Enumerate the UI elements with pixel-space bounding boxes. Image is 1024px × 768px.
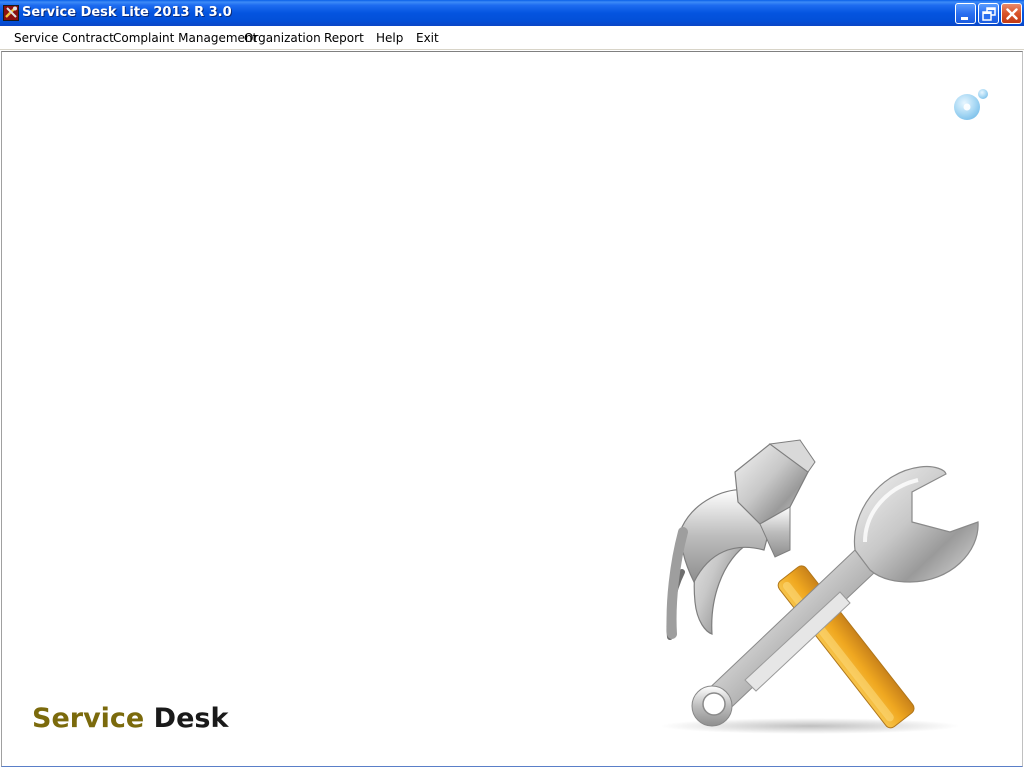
window-title: Service Desk Lite 2013 R 3.0 <box>22 5 232 20</box>
menu-service-contract[interactable]: Service Contract <box>14 31 114 45</box>
app-tools-icon[interactable] <box>3 5 19 21</box>
menu-exit[interactable]: Exit <box>416 31 439 45</box>
close-icon <box>1006 8 1018 20</box>
restore-icon <box>982 7 996 21</box>
minimize-icon <box>961 17 968 20</box>
bubbles-logo-icon <box>954 89 988 120</box>
minimize-button[interactable] <box>955 3 976 24</box>
menu-organization[interactable]: Organization <box>244 31 321 45</box>
hammer-and-wrench-icon <box>660 439 979 734</box>
restore-button[interactable] <box>978 3 999 24</box>
menu-report[interactable]: Report <box>324 31 364 45</box>
menu-complaint-management[interactable]: Complaint Management <box>113 31 257 45</box>
close-button[interactable] <box>1001 3 1022 24</box>
menu-bar: Service Contract Complaint Management Or… <box>0 26 1024 50</box>
brand-logo: Service Desk <box>32 703 228 734</box>
brand-word-service: Service <box>32 703 145 734</box>
brand-word-desk: Desk <box>153 703 229 734</box>
menu-help[interactable]: Help <box>376 31 403 45</box>
title-bar[interactable]: Service Desk Lite 2013 R 3.0 <box>0 0 1024 26</box>
